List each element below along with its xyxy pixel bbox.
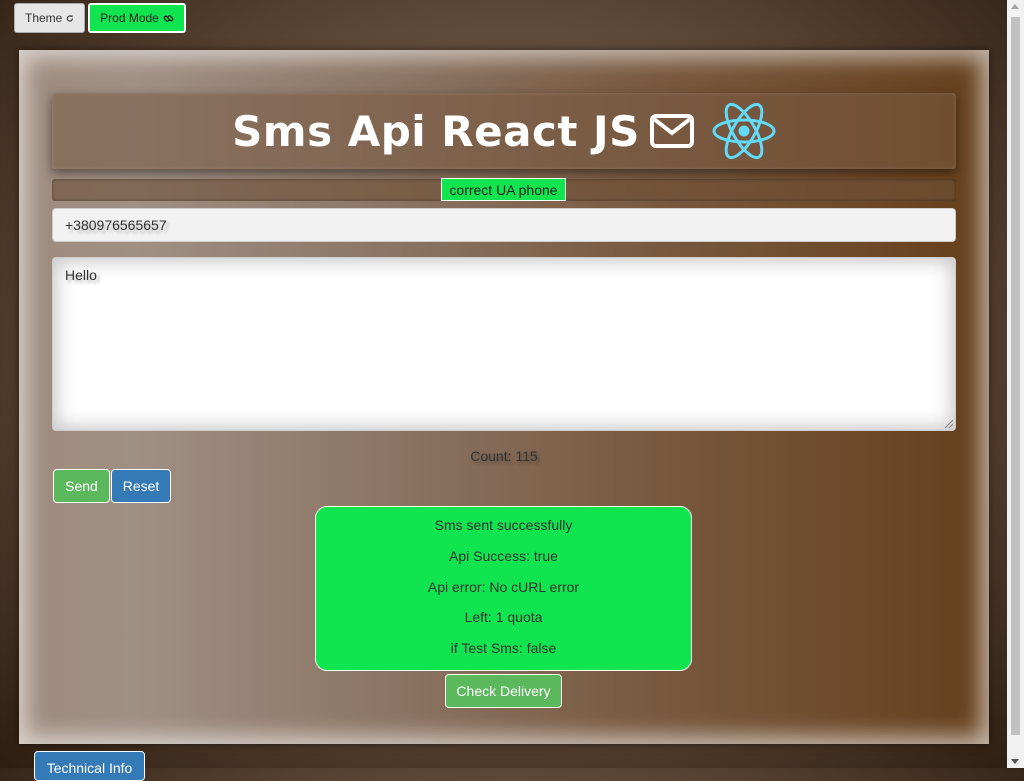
technical-info-button[interactable]: Technical Info (34, 751, 145, 781)
page-title: Sms Api React JS (232, 106, 640, 156)
check-delivery-button[interactable]: Check Delivery (445, 674, 562, 708)
phone-value: +380976565657 (65, 217, 167, 233)
prod-mode-button[interactable]: Prod Mode (88, 3, 186, 33)
scroll-down-icon[interactable] (1011, 759, 1019, 764)
message-textarea[interactable]: Hello (52, 257, 956, 431)
result-line: if Test Sms: false (450, 640, 557, 656)
result-line: Sms sent successfully (434, 517, 573, 533)
envelope-icon (649, 114, 694, 148)
app-header: Sms Api React JS (52, 93, 956, 169)
phone-status-badge: correct UA phone (441, 178, 566, 201)
result-box: Sms sent successfully Api Success: true … (315, 506, 692, 671)
resize-grip-icon[interactable] (945, 420, 953, 428)
vertical-scrollbar[interactable] (1007, 0, 1024, 768)
link-icon (163, 14, 174, 22)
react-logo-icon (712, 102, 776, 160)
send-button[interactable]: Send (53, 469, 110, 503)
theme-label: Theme (25, 11, 63, 25)
refresh-icon (67, 14, 74, 22)
main-panel: Sms Api React JS correct UA phone +38097… (19, 50, 989, 744)
phone-input[interactable]: +380976565657 (52, 208, 956, 242)
reset-button[interactable]: Reset (111, 469, 171, 503)
message-value: Hello (65, 267, 97, 283)
char-count: Count: 115 (470, 448, 538, 464)
prod-mode-label: Prod Mode (100, 11, 159, 25)
result-line: Left: 1 quota (464, 609, 543, 626)
scrollbar-thumb[interactable] (1011, 17, 1020, 735)
theme-button[interactable]: Theme (14, 3, 85, 33)
result-line: Api Success: true (449, 547, 558, 564)
scroll-up-icon[interactable] (1011, 4, 1019, 9)
result-line: Api error: No cURL error (427, 578, 580, 595)
